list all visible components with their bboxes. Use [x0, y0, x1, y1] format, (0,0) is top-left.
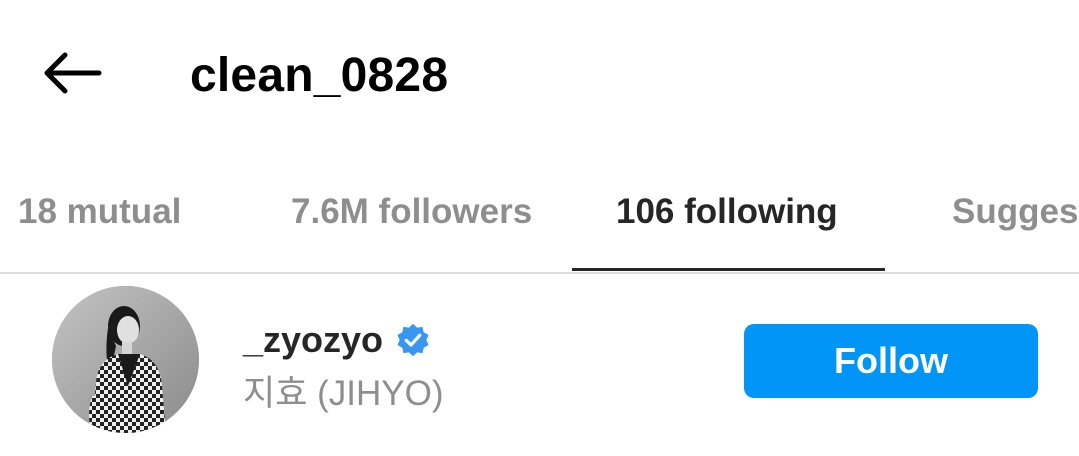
profile-tabs: 18 mutual 7.6M followers 106 following S…: [0, 180, 1079, 274]
username: _zyozyo: [243, 319, 384, 360]
username-link[interactable]: _zyozyo: [243, 318, 431, 362]
tab-suggested[interactable]: Suggested: [952, 180, 1079, 244]
tab-mutual[interactable]: 18 mutual: [18, 180, 181, 244]
arrow-left-icon: [41, 51, 103, 100]
following-screen: clean_0828 18 mutual 7.6M followers 106 …: [0, 0, 1079, 456]
tab-followers[interactable]: 7.6M followers: [291, 180, 532, 244]
full-name: 지효 (JIHYO): [243, 373, 444, 413]
verified-badge-icon: [395, 322, 431, 358]
tab-following[interactable]: 106 following: [616, 180, 838, 244]
active-tab-indicator: [572, 268, 885, 271]
page-title: clean_0828: [190, 48, 449, 102]
avatar[interactable]: [52, 286, 199, 433]
profile-photo-avatar: [52, 286, 199, 433]
follow-button[interactable]: Follow: [744, 324, 1038, 398]
back-button[interactable]: [36, 44, 108, 106]
list-item[interactable]: _zyozyo 지효 (JIHYO) Follow: [0, 280, 1079, 450]
tabs-divider: [0, 272, 1079, 274]
